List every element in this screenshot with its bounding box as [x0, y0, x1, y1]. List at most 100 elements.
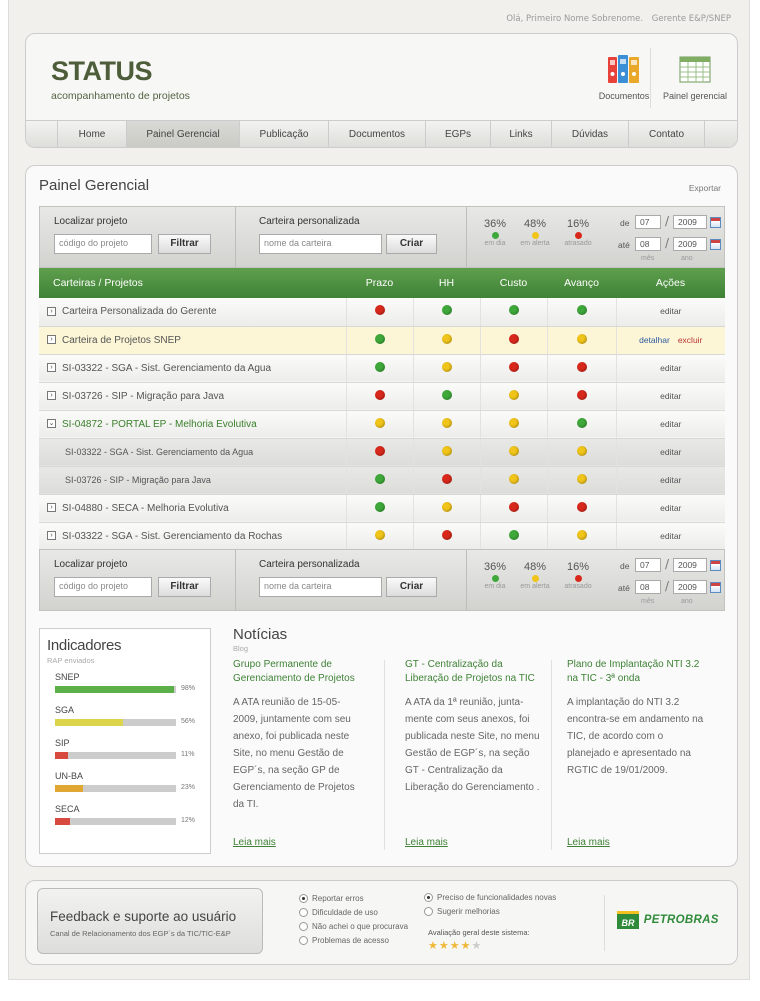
wallet-name-input[interactable]: nome da carteira [259, 234, 382, 254]
table-row[interactable]: › Carteira Personalizada do Gerente editar [39, 298, 725, 327]
nav-duvidas[interactable]: Dúvidas [551, 121, 628, 147]
expand-icon[interactable]: › [47, 531, 56, 541]
star-icon[interactable]: ★ [439, 939, 450, 952]
from-year-input[interactable]: 2009 [673, 558, 707, 572]
documentos-shortcut[interactable]: Documentos [592, 54, 656, 101]
feedback-radio-option[interactable]: Preciso de funcionalidades novas [424, 893, 556, 903]
nav-links[interactable]: Links [490, 121, 551, 147]
nav-documentos[interactable]: Documentos [328, 121, 425, 147]
nav-painel-gerencial[interactable]: Painel Gerencial [126, 121, 239, 147]
radio-icon[interactable] [299, 894, 308, 904]
calendar-icon[interactable] [710, 582, 721, 593]
to-month-input[interactable]: 08 [635, 580, 661, 594]
feedback-radio-option[interactable]: Sugerir melhorias [424, 907, 500, 917]
detail-link[interactable]: detalhar [639, 335, 670, 345]
project-name-cell[interactable]: › SI-03322 - SGA - Sist. Gerenciamento da… [39, 354, 346, 383]
to-month-input[interactable]: 08 [635, 237, 661, 251]
expand-icon[interactable]: › [47, 503, 56, 513]
news-headline[interactable]: Grupo Permanente de Gerenciamento de Pro… [233, 658, 363, 686]
expand-icon[interactable]: › [47, 307, 56, 317]
from-month-input[interactable]: 07 [635, 558, 661, 572]
radio-icon[interactable] [299, 908, 308, 918]
logo-title[interactable]: STATUS [51, 56, 153, 87]
date-slash: / [665, 579, 670, 593]
read-more-link[interactable]: Leia mais [233, 837, 276, 848]
project-name-cell[interactable]: › SI-03726 - SIP - Migração para Java [39, 382, 346, 411]
painel-gerencial-shortcut[interactable]: Painel gerencial [656, 54, 734, 101]
calendar-icon[interactable] [710, 217, 721, 228]
read-more-link[interactable]: Leia mais [405, 837, 448, 848]
feedback-radio-option[interactable]: Dificuldade de uso [299, 908, 378, 918]
table-row[interactable]: SI-03726 - SIP - Migração para Java edita… [39, 466, 725, 495]
collapse-icon[interactable]: ⌄ [47, 419, 56, 429]
star-icon[interactable]: ★ [428, 939, 439, 952]
filter-button[interactable]: Filtrar [158, 234, 211, 254]
expand-icon[interactable]: › [47, 363, 56, 373]
nav-home[interactable]: Home [57, 121, 126, 147]
read-more-link[interactable]: Leia mais [567, 837, 610, 848]
table-row[interactable]: › Carteira de Projetos SNEP detalhar exclui… [39, 326, 725, 355]
project-name-cell[interactable]: SI-03726 - SIP - Migração para Java [39, 466, 346, 495]
calendar-icon[interactable] [710, 560, 721, 571]
feedback-box[interactable]: Feedback e suporte ao usuário Canal de R… [37, 888, 263, 954]
table-row[interactable]: › SI-03726 - SIP - Migração para Java edit… [39, 382, 725, 411]
from-year-input[interactable]: 2009 [673, 215, 707, 229]
calendar-icon[interactable] [710, 239, 721, 250]
filter-button[interactable]: Filtrar [158, 577, 211, 597]
table-row[interactable]: › SI-03322 - SGA - Sist. Gerenciamento da… [39, 522, 725, 551]
project-name-cell[interactable]: › SI-04880 - SECA - Melhoria Evolutiva [39, 494, 346, 523]
delete-link[interactable]: excluir [678, 335, 703, 345]
radio-icon[interactable] [424, 907, 433, 917]
from-month-input[interactable]: 07 [635, 215, 661, 229]
edit-link[interactable]: editar [660, 447, 681, 457]
project-name-cell[interactable]: SI-03322 - SGA - Sist. Gerenciamento da … [39, 438, 346, 467]
expand-icon[interactable]: › [47, 335, 56, 345]
news-headline[interactable]: GT - Centralização da Liberação de Proje… [405, 658, 540, 686]
table-row[interactable]: › SI-04880 - SECA - Melhoria Evolutiva edi… [39, 494, 725, 523]
indicator-bar-fill [55, 719, 123, 726]
project-search-input[interactable]: código do projeto [54, 234, 152, 254]
edit-link[interactable]: editar [660, 475, 681, 485]
to-year-input[interactable]: 2009 [673, 237, 707, 251]
project-name-cell[interactable]: › Carteira de Projetos SNEP [39, 326, 346, 355]
yellow-status-dot [576, 333, 587, 344]
nav-contato[interactable]: Contato [628, 121, 705, 147]
project-search-input[interactable]: código do projeto [54, 577, 152, 597]
radio-icon[interactable] [299, 936, 308, 946]
edit-link[interactable]: editar [660, 503, 681, 513]
export-link[interactable]: Exportar [689, 183, 721, 193]
stat-alert: 48% em alerta [515, 561, 555, 590]
radio-icon[interactable] [424, 893, 433, 903]
expand-icon[interactable]: › [47, 391, 56, 401]
nav-egps[interactable]: EGPs [425, 121, 490, 147]
project-name-cell[interactable]: › Carteira Personalizada do Gerente [39, 298, 346, 327]
radio-icon[interactable] [299, 922, 308, 932]
rating-stars[interactable]: ★★★★★ [428, 939, 482, 952]
star-icon[interactable]: ★ [461, 939, 472, 952]
table-row[interactable]: SI-03322 - SGA - Sist. Gerenciamento da … [39, 438, 725, 467]
edit-link[interactable]: editar [660, 363, 681, 373]
br-badge-text: BR [621, 918, 635, 928]
actions-cell: editar [615, 438, 725, 467]
table-row[interactable]: › SI-03322 - SGA - Sist. Gerenciamento da… [39, 354, 725, 383]
table-row[interactable]: ⌄ SI-04872 - PORTAL EP - Melhoria Evoluti… [39, 410, 725, 439]
edit-link[interactable]: editar [660, 306, 681, 316]
feedback-radio-option[interactable]: Problemas de acesso [299, 936, 389, 946]
edit-link[interactable]: editar [660, 419, 681, 429]
wallet-name-input[interactable]: nome da carteira [259, 577, 382, 597]
painel-gerencial-label: Painel gerencial [662, 91, 728, 101]
star-icon[interactable]: ★ [472, 939, 483, 952]
edit-link[interactable]: editar [660, 531, 681, 541]
news-headline[interactable]: Plano de Implantação NTI 3.2 na TIC - 3ª… [567, 658, 707, 686]
feedback-radio-option[interactable]: Reportar erros [299, 894, 364, 904]
feedback-radio-option[interactable]: Não achei o que procurava [299, 922, 408, 932]
nav-publicacao[interactable]: Publicação [239, 121, 328, 147]
edit-link[interactable]: editar [660, 391, 681, 401]
news-body: A ATA da 1ª reunião, junta-mente com seu… [405, 697, 540, 793]
create-wallet-button[interactable]: Criar [386, 577, 437, 597]
to-year-input[interactable]: 2009 [673, 580, 707, 594]
project-name-cell[interactable]: ⌄ SI-04872 - PORTAL EP - Melhoria Evoluti… [39, 410, 346, 439]
create-wallet-button[interactable]: Criar [386, 234, 437, 254]
project-name-cell[interactable]: › SI-03322 - SGA - Sist. Gerenciamento da… [39, 522, 346, 551]
star-icon[interactable]: ★ [450, 939, 461, 952]
